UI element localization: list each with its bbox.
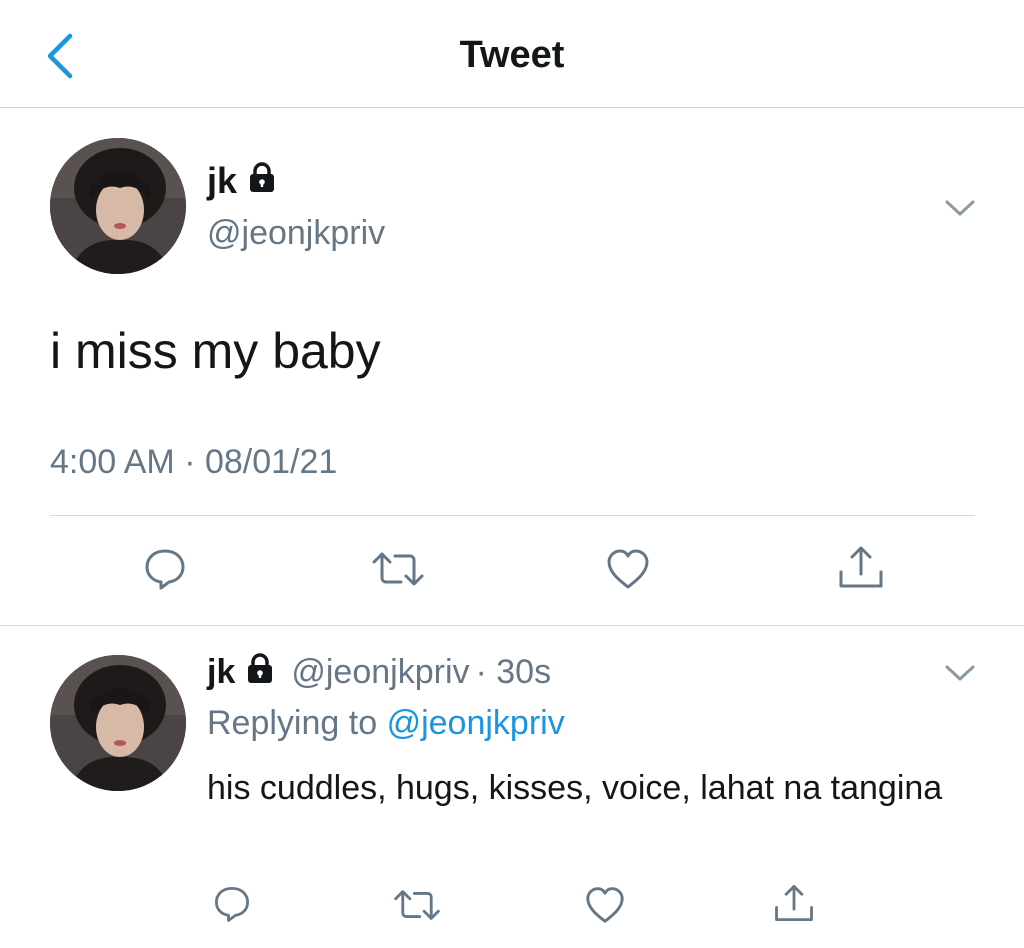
display-name: jk	[207, 160, 238, 201]
avatar[interactable]	[50, 655, 186, 791]
lock-icon	[247, 160, 277, 202]
more-options-button[interactable]	[943, 197, 977, 219]
reply-time: · 30s	[475, 653, 552, 691]
like-icon	[586, 887, 624, 923]
like-button[interactable]	[584, 886, 626, 929]
user-handle[interactable]: @jeonjkpriv	[207, 214, 385, 253]
like-icon	[607, 549, 649, 589]
reply-header: jk @jeonjkpriv · 30s	[207, 652, 551, 693]
reply-text: his cuddles, hugs, kisses, voice, lahat …	[207, 769, 943, 807]
avatar[interactable]	[50, 138, 186, 274]
replying-handle-link[interactable]: @jeonjkpriv	[387, 704, 565, 742]
retweet-button[interactable]	[393, 887, 441, 928]
tweet-text: i miss my baby	[50, 323, 381, 379]
retweet-button[interactable]	[371, 549, 425, 594]
retweet-icon	[372, 552, 424, 586]
like-button[interactable]	[605, 548, 651, 595]
share-icon	[775, 884, 813, 922]
reply-button[interactable]	[142, 546, 188, 597]
display-name[interactable]: jk	[207, 653, 235, 692]
retweet-icon	[394, 890, 440, 920]
divider	[50, 515, 975, 516]
tweet-timestamp: 4:00 AM · 08/01/21	[50, 443, 338, 481]
divider	[0, 625, 1024, 626]
lock-icon	[245, 652, 275, 693]
chevron-down-icon	[945, 200, 975, 216]
page-title: Tweet	[459, 34, 565, 76]
avatar-photo	[50, 138, 186, 274]
user-handle[interactable]: @jeonjkpriv	[291, 653, 469, 692]
replying-to: Replying to @jeonjkpriv	[207, 704, 565, 743]
chevron-down-icon	[945, 665, 975, 681]
tweet-author[interactable]: jk	[207, 160, 277, 202]
reply-button[interactable]	[212, 884, 252, 929]
reply-icon	[145, 549, 185, 590]
avatar-photo	[50, 655, 186, 791]
replying-label: Replying to	[207, 704, 378, 742]
reply-icon	[214, 886, 250, 922]
share-button[interactable]	[837, 544, 885, 595]
top-bar: Tweet	[0, 0, 1024, 108]
share-icon	[839, 546, 883, 588]
more-options-button[interactable]	[943, 662, 977, 684]
share-button[interactable]	[773, 882, 815, 929]
